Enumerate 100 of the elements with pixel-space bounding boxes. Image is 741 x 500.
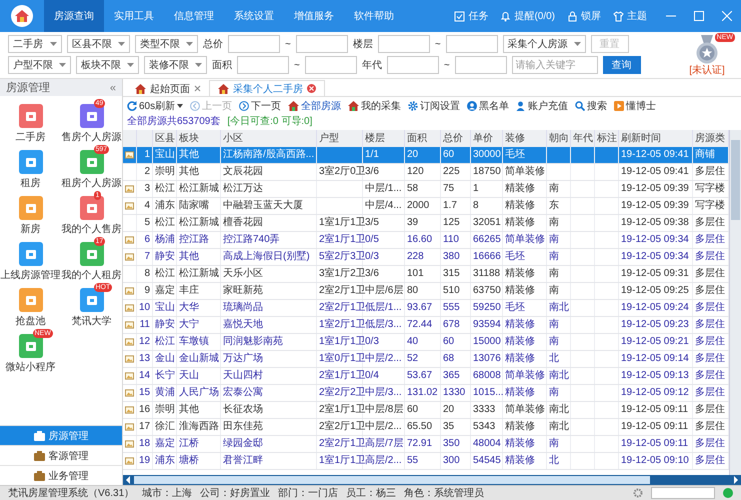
table-cell: 静安: [153, 317, 177, 333]
input-field[interactable]: [651, 487, 715, 499]
menu-item[interactable]: 增值服务: [284, 0, 344, 32]
dropdown[interactable]: 类型不限: [135, 35, 198, 53]
collapse-button[interactable]: «: [110, 82, 116, 94]
right-arrow-icon[interactable]: [732, 476, 740, 484]
house-icon: [218, 84, 229, 94]
sidebar-item[interactable]: 租房: [0, 144, 61, 190]
table-cell: 崇明: [153, 164, 177, 180]
table-cell: 其他: [177, 402, 221, 418]
toolbar-button[interactable]: 我的采集: [348, 99, 402, 113]
dropdown[interactable]: 二手房: [8, 35, 62, 53]
toolbar-button[interactable]: 黑名单: [467, 99, 510, 113]
dropdown[interactable]: 装修不限: [144, 56, 207, 74]
table-cell: 精装修: [503, 351, 547, 367]
gear-icon[interactable]: [633, 488, 643, 498]
input-field[interactable]: [296, 35, 348, 53]
table-row[interactable]: 12 松江 车墩镇 同润魅影南苑 1室1厅1卫0/3 40 60 15000 精装修 南 19-12-05 09:21 多层住: [123, 334, 729, 351]
dropdown[interactable]: 板块不限: [76, 56, 139, 74]
toolbar-button[interactable]: 60s刷新: [127, 99, 184, 113]
table-cell: 天乐小区: [221, 266, 317, 282]
tile-icon: [18, 196, 42, 220]
sidebar-nav-item[interactable]: 房源管理: [0, 425, 122, 445]
table-cell: 131.02: [405, 385, 441, 401]
menu-item[interactable]: 软件帮助: [344, 0, 404, 32]
menu-item[interactable]: 信息管理: [164, 0, 224, 32]
sidebar-item[interactable]: 二手房: [0, 98, 61, 144]
table-row[interactable]: 17 徐汇 淮海西路 田东佳苑 2室2厅1卫中层/2... 65.50 35 5343 精装修 南北 19-12-05 09:11 多层住: [123, 419, 729, 436]
filter-button[interactable]: 查询: [602, 56, 641, 74]
toolbar-button[interactable]: 全部房源: [288, 99, 342, 113]
title-action-button[interactable]: 提醒(0/0): [498, 9, 557, 23]
menu-item[interactable]: 系统设置: [224, 0, 284, 32]
table-row[interactable]: 5 松江 松江新城 檀香花园 1室1厅1卫3/5 39 125 32051 精装修 南 19-12-05 09:38 多层住: [123, 215, 729, 232]
table-row[interactable]: 9 嘉定 丰庄 家旺新苑 2室2厅1卫中层/6层 80 510 63750 精装修 南 19-12-05 09:25 多层住: [123, 283, 729, 300]
title-action-button[interactable]: 锁屏: [565, 9, 603, 23]
filter-label: 总价: [203, 38, 223, 51]
sidebar-item[interactable]: 抢盘池: [0, 282, 61, 328]
caret-icon: [118, 42, 125, 46]
row-number: 13: [137, 351, 153, 367]
maximize-icon[interactable]: [694, 11, 704, 21]
input-field[interactable]: [304, 56, 357, 74]
row-number: 1: [137, 147, 153, 163]
table-row[interactable]: 2 崇明 其他 文辰花园 3室2厅0卫3/6 120 225 18750 简单装修 19-12-05 09:41 多层住: [123, 164, 729, 181]
table-cell: 控江路: [177, 232, 221, 248]
tile-icon: [18, 334, 42, 358]
table-cell: 3室2厅0卫: [317, 164, 363, 180]
table-row[interactable]: 11 静安 大宁 嘉悦天地 1室2厅1卫低层/3... 72.44 678 93594 精装修 南 19-12-05 09:23 多层住: [123, 317, 729, 334]
vertical-scrollbar[interactable]: [729, 130, 741, 475]
table-cell: 52: [405, 351, 441, 367]
table-row[interactable]: 19 浦东 塘桥 君誉江畔 1室1厅1卫高层/2... 55 300 54545 精装修 北 19-12-05 09:10 多层住: [123, 453, 729, 470]
sidebar-item[interactable]: 上线房源管理: [0, 236, 61, 282]
caret-icon: [127, 63, 134, 67]
input-field[interactable]: [378, 35, 430, 53]
table-row[interactable]: 14 长宁 天山 天山四村 2室1厅1卫0/4 53.67 365 68008 简单装修 南北 19-12-05 09:13 多层住: [123, 368, 729, 385]
title-action-button[interactable]: 主题: [611, 9, 649, 23]
dropdown[interactable]: 户型不限: [8, 56, 71, 74]
table-row[interactable]: 3 松江 松江新城 松江万达 中层/1... 58 75 1 精装修 南 19-12-05 09:39 写字楼: [123, 181, 729, 198]
table-cell: 天山: [177, 368, 221, 384]
toolbar-button[interactable]: 懂博士: [614, 99, 656, 113]
table-row[interactable]: 8 松江 松江新城 天乐小区 3室1厅2卫3/6 101 315 31188 精装修 南 19-12-05 09:31 多层住: [123, 266, 729, 283]
dropdown[interactable]: 采集个人房源: [502, 35, 586, 53]
input-field[interactable]: [446, 35, 498, 53]
status-text: 角色：系统管理员: [404, 486, 484, 500]
tile-icon: [18, 288, 42, 312]
menu-item[interactable]: 实用工具: [104, 0, 164, 32]
table-cell: 南北: [547, 402, 571, 418]
table-row[interactable]: 13 金山 金山新城 万达广场 1室0厅1卫中层/2... 52 68 13076 精装修 北 19-12-05 09:14 多层住: [123, 351, 729, 368]
input-field[interactable]: 请输入关键字: [512, 56, 598, 74]
close-icon[interactable]: [307, 84, 316, 93]
input-field[interactable]: [454, 56, 507, 74]
horizontal-scrollbar[interactable]: [123, 475, 741, 485]
table-row[interactable]: 6 杨浦 控江路 控江路740弄 2室1厅1卫0/5 16.60 110 66265 简单装修 南 19-12-05 09:34 多层住: [123, 232, 729, 249]
title-action-button[interactable]: 任务: [452, 9, 490, 23]
input-field[interactable]: [237, 56, 289, 74]
logo-icon: [10, 4, 34, 28]
table-row[interactable]: 1 宝山 其他 江杨南路/殷高西路... 1/1 20 60 30000 毛坯 19-12-05 09:41 商铺: [123, 147, 729, 164]
tab[interactable]: 采集个人二手房: [209, 80, 325, 96]
table-row[interactable]: 16 崇明 其他 长征农场 2室1厅1卫中层/8层 60 20 3333 简单装修 南北 19-12-05 09:11 多层住: [123, 402, 729, 419]
table-cell: 300: [441, 453, 471, 469]
table-cell: 南: [547, 334, 571, 350]
toolbar-button[interactable]: 订阅设置: [408, 99, 460, 113]
lock-icon: [567, 10, 578, 22]
sidebar-title: 房源管理: [6, 80, 50, 95]
menu-item[interactable]: 房源查询: [44, 0, 104, 32]
toolbar-button[interactable]: 账户充值: [516, 99, 568, 113]
close-icon[interactable]: [194, 85, 201, 92]
table-row[interactable]: 10 宝山 大华 琉璃尚品 2室2厅1卫低层/1... 93.67 555 59250 毛坯 南北 19-12-05 09:24 多层住: [123, 300, 729, 317]
input-field[interactable]: [386, 56, 439, 74]
dropdown[interactable]: 区县不限: [67, 35, 130, 53]
tab[interactable]: 起始页面: [127, 81, 209, 96]
sidebar-item[interactable]: 新房: [0, 190, 61, 236]
toolbar-button[interactable]: 搜索: [575, 99, 608, 113]
table-row[interactable]: 4 浦东 陆家嘴 中融碧玉蓝天大厦 中层/4... 2000 1.7 8 精装修 东 19-12-05 09:39 写字楼: [123, 198, 729, 215]
left-arrow-icon[interactable]: [124, 476, 132, 484]
table-row[interactable]: 15 黄浦 人民广场 宏泰公寓 2室2厅2卫中层/3... 131.02 1330 1015...精装修 南 19-12-05 09:12 多层住: [123, 385, 729, 402]
input-field[interactable]: [228, 35, 280, 53]
toolbar-button[interactable]: 下一页: [239, 99, 282, 113]
table-cell: 宝山: [153, 147, 177, 163]
table-row[interactable]: 18 嘉定 江桥 绿园金邸 2室2厅1卫高层/7层 72.91 350 48004 精装修 南 19-12-05 09:11 多层住: [123, 436, 729, 453]
table-row[interactable]: 7 静安 其他 高成上海假日(别墅) 5室2厅3卫0/3 228 380 16666 毛坯 南 19-12-05 09:34 多层住: [123, 249, 729, 266]
